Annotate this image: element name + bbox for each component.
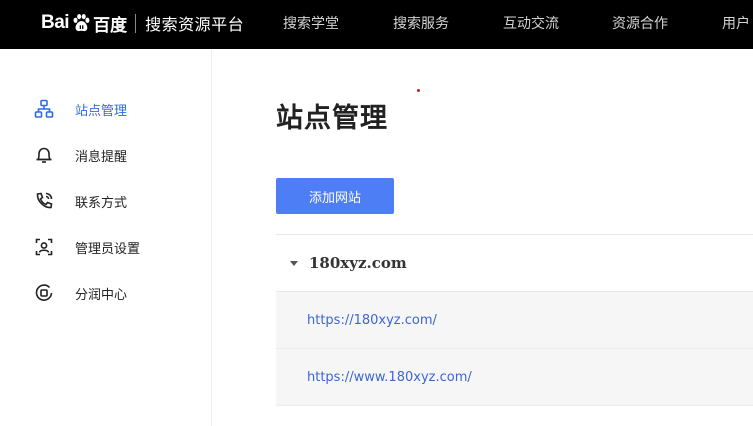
site-domain: 180xyz.com bbox=[309, 254, 407, 272]
nav-user[interactable]: 用户 bbox=[722, 0, 750, 49]
nav-search-academy[interactable]: 搜索学堂 bbox=[283, 0, 339, 49]
nav-interaction[interactable]: 互动交流 bbox=[503, 0, 559, 49]
nav-search-services[interactable]: 搜索服务 bbox=[393, 0, 449, 49]
platform-name: 搜索资源平台 bbox=[145, 15, 245, 34]
add-site-button[interactable]: 添加网站 bbox=[276, 178, 394, 214]
page-title: 站点管理 bbox=[276, 103, 388, 134]
site-url-row: https://180xyz.com/ bbox=[276, 292, 753, 349]
baidu-logo[interactable]: Bai 百度 搜索资源平台 bbox=[41, 4, 244, 42]
sidebar-item-site-management[interactable]: 站点管理 bbox=[33, 97, 127, 121]
sidebar-item-revenue-center[interactable]: 分润中心 bbox=[33, 281, 127, 305]
logo-text-du: 百度 bbox=[93, 15, 128, 36]
logo-divider bbox=[135, 13, 137, 33]
decorative-dot bbox=[417, 89, 420, 92]
sidebar: 站点管理 消息提醒 联系方式 管理员设置 分润中心 bbox=[0, 49, 212, 426]
logo-text-bai: Bai bbox=[41, 12, 70, 33]
sidebar-item-label: 分润中心 bbox=[75, 287, 128, 303]
nav-resource-cooperation[interactable]: 资源合作 bbox=[612, 0, 668, 49]
sidebar-item-notifications[interactable]: 消息提醒 bbox=[33, 143, 127, 167]
sidebar-item-label: 联系方式 bbox=[75, 195, 128, 211]
site-url-row: https://www.180xyz.com/ bbox=[276, 349, 753, 406]
site-list: 180xyz.com https://180xyz.com/ https://w… bbox=[276, 234, 753, 406]
top-navigation-bar: Bai 百度 搜索资源平台 搜索学堂 搜索服务 互动交流 资源合作 用户 bbox=[0, 0, 753, 49]
paw-icon bbox=[73, 14, 90, 32]
sidebar-item-label: 管理员设置 bbox=[75, 241, 141, 257]
admin-user-icon bbox=[33, 236, 55, 258]
sidebar-item-label: 站点管理 bbox=[75, 103, 128, 119]
sidebar-item-contact[interactable]: 联系方式 bbox=[33, 189, 127, 213]
sidebar-item-admin-settings[interactable]: 管理员设置 bbox=[33, 235, 140, 259]
site-group-header[interactable]: 180xyz.com bbox=[276, 234, 753, 292]
sidebar-item-label: 消息提醒 bbox=[75, 149, 128, 165]
caret-down-icon[interactable] bbox=[290, 260, 298, 266]
revenue-icon bbox=[33, 282, 55, 304]
site-url-link[interactable]: https://www.180xyz.com/ bbox=[307, 370, 472, 385]
site-url-link[interactable]: https://180xyz.com/ bbox=[307, 313, 437, 328]
phone-icon bbox=[33, 190, 55, 212]
sitemap-icon bbox=[33, 98, 55, 120]
bell-icon bbox=[33, 144, 55, 166]
